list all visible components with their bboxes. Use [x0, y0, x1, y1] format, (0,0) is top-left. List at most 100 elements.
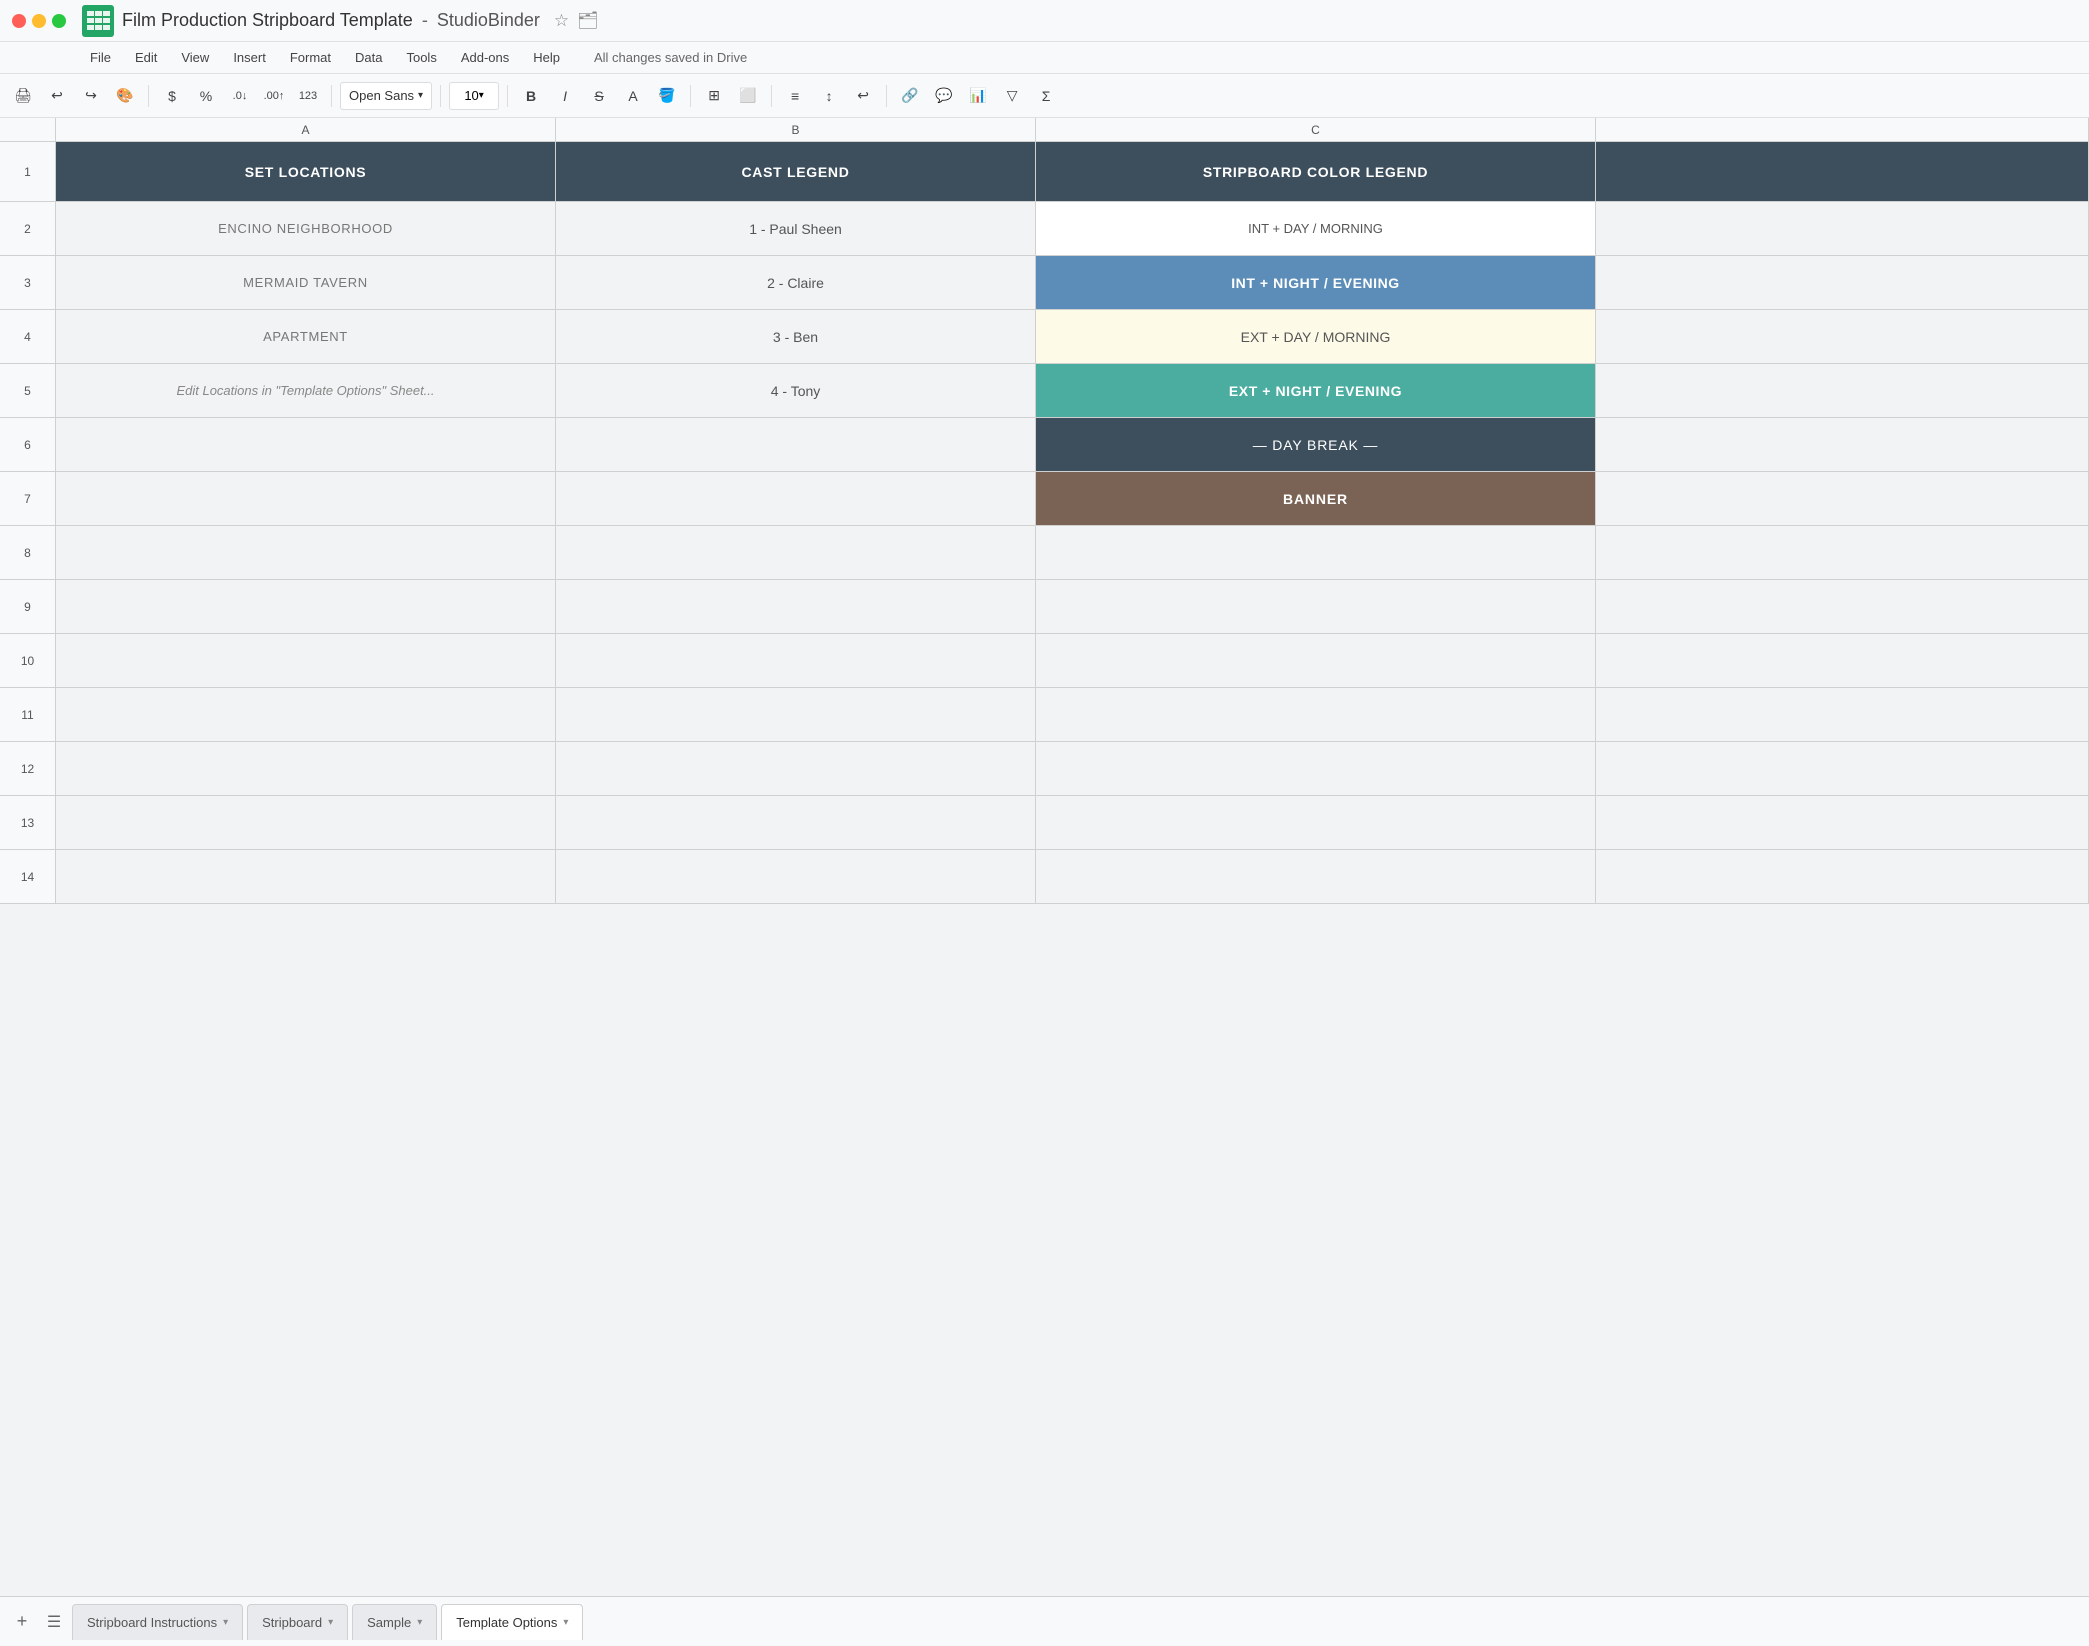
decimal-decrease-button[interactable]: .0↓ — [225, 81, 255, 111]
cell-13b[interactable] — [556, 796, 1036, 849]
font-family-dropdown[interactable]: Open Sans ▾ — [340, 82, 432, 110]
cell-4c[interactable]: EXT + DAY / MORNING — [1036, 310, 1596, 363]
cell-11c[interactable] — [1036, 688, 1596, 741]
fill-color-button[interactable]: 🪣 — [652, 81, 682, 111]
cell-3c[interactable]: INT + NIGHT / EVENING — [1036, 256, 1596, 309]
tab-sample[interactable]: Sample ▾ — [352, 1604, 437, 1640]
cell-2a[interactable]: ENCINO NEIGHBORHOOD — [56, 202, 556, 255]
decimal-increase-button[interactable]: .00↑ — [259, 81, 289, 111]
function-button[interactable]: Σ — [1031, 81, 1061, 111]
cell-1a[interactable]: SET LOCATIONS — [56, 142, 556, 201]
filter-button[interactable]: ▽ — [997, 81, 1027, 111]
minimize-button[interactable] — [32, 14, 46, 28]
cell-3a[interactable]: MERMAID TAVERN — [56, 256, 556, 309]
cell-10b[interactable] — [556, 634, 1036, 687]
cell-6a[interactable] — [56, 418, 556, 471]
cell-9-rest — [1596, 580, 2089, 633]
cell-4b[interactable]: 3 - Ben — [556, 310, 1036, 363]
bold-button[interactable]: B — [516, 81, 546, 111]
font-color-button[interactable]: A — [618, 81, 648, 111]
cell-14c[interactable] — [1036, 850, 1596, 903]
cell-5b[interactable]: 4 - Tony — [556, 364, 1036, 417]
folder-icon[interactable]: 🗂 — [577, 11, 599, 31]
cell-5a[interactable]: Edit Locations in "Template Options" She… — [56, 364, 556, 417]
menu-edit[interactable]: Edit — [125, 46, 167, 69]
cell-9c[interactable] — [1036, 580, 1596, 633]
tab-stripboard-instructions[interactable]: Stripboard Instructions ▾ — [72, 1604, 243, 1640]
cell-11b[interactable] — [556, 688, 1036, 741]
chart-button[interactable]: 📊 — [963, 81, 993, 111]
font-size-dropdown[interactable]: 10 ▾ — [449, 82, 499, 110]
menu-addons[interactable]: Add-ons — [451, 46, 519, 69]
row-num-8: 8 — [0, 526, 56, 579]
cell-8a[interactable] — [56, 526, 556, 579]
borders-button[interactable]: ⊞ — [699, 81, 729, 111]
cell-1-rest — [1596, 142, 2089, 201]
italic-button[interactable]: I — [550, 81, 580, 111]
cell-2c[interactable]: INT + DAY / MORNING — [1036, 202, 1596, 255]
cell-14a[interactable] — [56, 850, 556, 903]
bottom-tab-bar: + ☰ Stripboard Instructions ▾ Stripboard… — [0, 1596, 2089, 1646]
cell-11a[interactable] — [56, 688, 556, 741]
cell-9b[interactable] — [556, 580, 1036, 633]
menu-format[interactable]: Format — [280, 46, 341, 69]
menu-file[interactable]: File — [80, 46, 121, 69]
cell-13c[interactable] — [1036, 796, 1596, 849]
col-header-b[interactable]: B — [556, 118, 1036, 141]
comment-button[interactable]: 💬 — [929, 81, 959, 111]
link-button[interactable]: 🔗 — [895, 81, 925, 111]
cell-4a[interactable]: APARTMENT — [56, 310, 556, 363]
cell-3b[interactable]: 2 - Claire — [556, 256, 1036, 309]
close-button[interactable] — [12, 14, 26, 28]
sheets-app-icon — [82, 5, 114, 37]
currency-button[interactable]: $ — [157, 81, 187, 111]
tab-template-options[interactable]: Template Options ▾ — [441, 1604, 583, 1640]
cell-8c[interactable] — [1036, 526, 1596, 579]
cell-10c[interactable] — [1036, 634, 1596, 687]
align-button[interactable]: ≡ — [780, 81, 810, 111]
star-icon[interactable]: ☆ — [554, 11, 569, 31]
cell-13a[interactable] — [56, 796, 556, 849]
cell-6c[interactable]: — DAY BREAK — — [1036, 418, 1596, 471]
cell-6b[interactable] — [556, 418, 1036, 471]
cell-5c[interactable]: EXT + NIGHT / EVENING — [1036, 364, 1596, 417]
table-row: 3 MERMAID TAVERN 2 - Claire INT + NIGHT … — [0, 256, 2089, 310]
percent-button[interactable]: % — [191, 81, 221, 111]
cell-12b[interactable] — [556, 742, 1036, 795]
paint-format-button[interactable]: 🎨 — [110, 81, 140, 111]
tab-stripboard[interactable]: Stripboard ▾ — [247, 1604, 348, 1640]
menu-data[interactable]: Data — [345, 46, 392, 69]
cell-12a[interactable] — [56, 742, 556, 795]
menu-view[interactable]: View — [171, 46, 219, 69]
cell-6-rest — [1596, 418, 2089, 471]
window-controls[interactable] — [12, 14, 66, 28]
valign-button[interactable]: ↕ — [814, 81, 844, 111]
menu-insert[interactable]: Insert — [223, 46, 276, 69]
cell-1c[interactable]: STRIPBOARD COLOR LEGEND — [1036, 142, 1596, 201]
cell-12c[interactable] — [1036, 742, 1596, 795]
col-header-c[interactable]: C — [1036, 118, 1596, 141]
col-header-a[interactable]: A — [56, 118, 556, 141]
cell-10a[interactable] — [56, 634, 556, 687]
sheet-list-button[interactable]: ☰ — [40, 1608, 68, 1636]
cell-7b[interactable] — [556, 472, 1036, 525]
cell-1b[interactable]: CAST LEGEND — [556, 142, 1036, 201]
redo-button[interactable]: ↪ — [76, 81, 106, 111]
number-format-button[interactable]: 123 — [293, 81, 323, 111]
merge-button[interactable]: ⬜ — [733, 81, 763, 111]
cell-9a[interactable] — [56, 580, 556, 633]
cell-7a[interactable] — [56, 472, 556, 525]
maximize-button[interactable] — [52, 14, 66, 28]
add-sheet-button[interactable]: + — [8, 1608, 36, 1636]
cell-8b[interactable] — [556, 526, 1036, 579]
cell-2b[interactable]: 1 - Paul Sheen — [556, 202, 1036, 255]
wrap-button[interactable]: ↩ — [848, 81, 878, 111]
cell-14b[interactable] — [556, 850, 1036, 903]
title-actions[interactable]: ☆ 🗂 — [554, 11, 599, 31]
menu-help[interactable]: Help — [523, 46, 570, 69]
print-button[interactable]: 🖨 — [8, 81, 38, 111]
undo-button[interactable]: ↩ — [42, 81, 72, 111]
strikethrough-button[interactable]: S — [584, 81, 614, 111]
menu-tools[interactable]: Tools — [396, 46, 446, 69]
cell-7c[interactable]: BANNER — [1036, 472, 1596, 525]
